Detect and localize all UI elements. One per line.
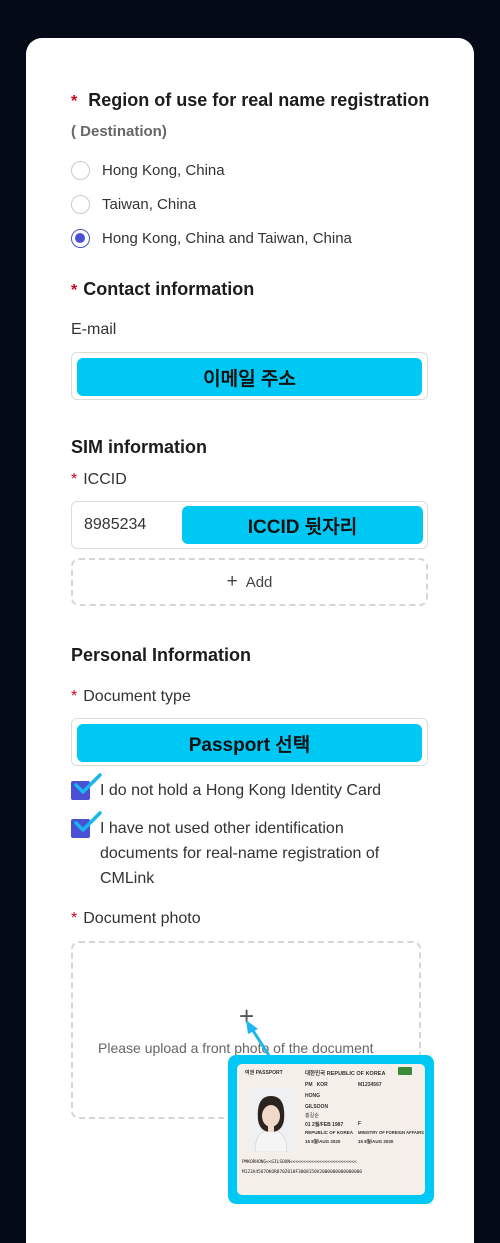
upload-hint: Please upload a front photo of the docum…	[98, 1040, 374, 1056]
document-type-label: * Document type	[71, 688, 191, 705]
required-star: *	[71, 910, 78, 927]
required-star: *	[71, 688, 78, 705]
document-type-overlay-label: Passport 선택	[77, 724, 422, 762]
passport-number: M1234567	[358, 1082, 382, 1088]
email-label: E-mail	[71, 321, 117, 338]
personal-title: Personal Information	[71, 645, 252, 665]
passport-issue-date: 15 8월/AUG 2020	[305, 1139, 341, 1144]
passport-expiry-date: 15 8월/AUG 2030	[358, 1139, 394, 1144]
passport-sample-image: 여권 PASSPORT 대한민국 REPUBLIC OF KOREA PM KO…	[228, 1055, 434, 1204]
iccid-label: * ICCID	[71, 471, 127, 488]
plus-icon: +	[226, 571, 238, 592]
passport-korean-name: 홍길순	[305, 1113, 319, 1119]
passport-sex: F	[358, 1121, 362, 1127]
required-star: *	[71, 93, 78, 110]
iccid-overlay-label: ICCID 뒷자리	[182, 506, 423, 544]
no-hkid-checkbox-row[interactable]: I do not hold a Hong Kong Identity Card	[71, 773, 431, 803]
passport-mrz-line-2: M123A4567OKOR8702010F3008150V20000000000…	[242, 1170, 362, 1175]
radio-label: Hong Kong, China	[102, 161, 225, 179]
passport-photo	[247, 1088, 295, 1152]
check-label: I do not hold a Hong Kong Identity Card	[100, 782, 382, 799]
email-overlay-label: 이메일 주소	[77, 358, 422, 396]
sim-title: SIM information	[71, 437, 207, 457]
chip-icon	[398, 1067, 412, 1075]
passport-mrz-line-1: PMKORHONG<<GILSOON<<<<<<<<<<<<<<<<<<<<<<…	[242, 1160, 357, 1165]
add-iccid-button[interactable]: + Add	[71, 558, 428, 606]
checkbox-checked[interactable]	[71, 811, 102, 838]
radio-circle-selected[interactable]	[71, 228, 90, 248]
contact-title: * Contact information	[71, 279, 255, 299]
passport-authority: MINISTRY OF FOREIGN AFFAIRS	[358, 1130, 424, 1135]
radio-hong-kong[interactable]: Hong Kong, China	[71, 159, 225, 181]
radio-taiwan[interactable]: Taiwan, China	[71, 193, 196, 215]
check-label: I have not used other identification doc…	[100, 820, 380, 887]
passport-dob: 01 2월/FEB 1987	[305, 1122, 344, 1128]
passport-type-label: 여권 PASSPORT	[245, 1070, 283, 1076]
required-star: *	[71, 282, 78, 299]
passport-given-name: GILSOON	[305, 1104, 329, 1110]
no-other-docs-checkbox-row[interactable]: I have not used other identification doc…	[71, 811, 421, 891]
document-photo-label: * Document photo	[71, 910, 201, 927]
add-label: Add	[245, 573, 273, 591]
radio-circle[interactable]	[71, 194, 90, 214]
passport-country-code: KOR	[316, 1082, 328, 1088]
passport-surname: HONG	[305, 1093, 320, 1099]
checkbox-checked[interactable]	[71, 773, 102, 800]
region-subtitle: ( Destination)	[71, 123, 167, 140]
passport-type-code: PM	[305, 1082, 313, 1088]
checkmark-icon	[74, 811, 102, 832]
radio-label: Taiwan, China	[102, 195, 197, 213]
required-star: *	[71, 471, 78, 488]
radio-circle[interactable]	[71, 160, 90, 180]
radio-hong-kong-and-taiwan[interactable]: Hong Kong, China and Taiwan, China	[71, 227, 352, 249]
checkmark-icon	[74, 773, 102, 794]
passport-country-label: 대한민국 REPUBLIC OF KOREA	[305, 1071, 386, 1077]
radio-label: Hong Kong, China and Taiwan, China	[102, 229, 352, 247]
passport-nationality: REPUBLIC OF KOREA	[305, 1130, 354, 1135]
iccid-prefix: 8985234	[84, 516, 147, 533]
passport-page: 여권 PASSPORT 대한민국 REPUBLIC OF KOREA PM KO…	[237, 1064, 425, 1195]
region-title: * Region of use for real name registrati…	[71, 90, 430, 140]
